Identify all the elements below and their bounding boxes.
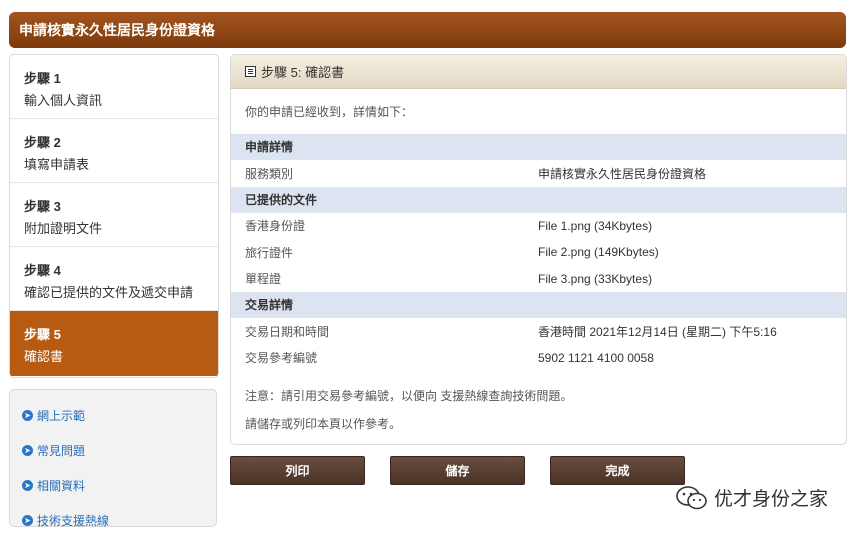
link-tech-support[interactable]: ➤ 技術支援熱線 bbox=[10, 503, 216, 538]
step-number: 步驟 4 bbox=[24, 263, 61, 278]
step-3: 步驟 3 附加證明文件 bbox=[10, 183, 218, 247]
detail-row: 旅行證件 File 2.png (149Kbytes) bbox=[231, 239, 846, 266]
detail-value: File 2.png (149Kbytes) bbox=[538, 245, 659, 260]
intro-text: 你的申請已經收到，詳情如下： bbox=[245, 105, 414, 119]
detail-key: 交易參考編號 bbox=[245, 351, 318, 366]
save-reminder-text: 請儲存或列印本頁以作參考。 bbox=[245, 417, 402, 431]
step-number: 步驟 5 bbox=[24, 327, 61, 342]
watermark-text: 优才身份之家 bbox=[714, 489, 829, 510]
panel-title: 步驟 5: 確認書 bbox=[261, 65, 345, 80]
detail-key: 服務類別 bbox=[245, 166, 294, 181]
step-description: 確認已提供的文件及遞交申請 bbox=[24, 285, 194, 300]
save-button[interactable]: 儲存 bbox=[390, 456, 525, 485]
steps-sidebar: 步驟 1 輸入個人資訊 步驟 2 填寫申請表 步驟 3 附加證明文件 步驟 4 … bbox=[9, 54, 219, 378]
step-number: 步驟 1 bbox=[24, 71, 61, 86]
page-title: 申請核實永久性居民身份證資格 bbox=[19, 22, 215, 38]
link-online-demo[interactable]: ➤ 網上示範 bbox=[10, 398, 216, 433]
arrow-right-circle-icon: ➤ bbox=[22, 480, 33, 491]
detail-value: 香港時間 2021年12月14日 (星期二) 下午5:16 bbox=[538, 324, 777, 339]
link-label: 技術支援熱線 bbox=[37, 514, 110, 528]
wechat-icon bbox=[676, 485, 707, 509]
step-description: 填寫申請表 bbox=[24, 157, 90, 172]
link-related-info[interactable]: ➤ 相關資料 bbox=[10, 468, 216, 503]
step-number: 步驟 3 bbox=[24, 199, 61, 214]
detail-key: 旅行證件 bbox=[245, 245, 294, 260]
step-number: 步驟 2 bbox=[24, 135, 61, 150]
arrow-right-circle-icon: ➤ bbox=[22, 445, 33, 456]
link-label: 相關資料 bbox=[37, 479, 86, 493]
note-text: 注意：請引用交易參考編號，以便向 支援熱線查詢技術問題。 bbox=[245, 389, 573, 403]
detail-row: 香港身份證 File 1.png (34Kbytes) bbox=[231, 213, 846, 240]
link-label: 網上示範 bbox=[37, 409, 86, 423]
detail-value: File 1.png (34Kbytes) bbox=[538, 218, 653, 233]
detail-key: 交易日期和時間 bbox=[245, 324, 330, 339]
print-button[interactable]: 列印 bbox=[230, 456, 365, 485]
step-1: 步驟 1 輸入個人資訊 bbox=[10, 55, 218, 119]
section-transaction: 交易詳情 bbox=[231, 292, 846, 318]
section-documents: 已提供的文件 bbox=[231, 186, 846, 213]
link-faq[interactable]: ➤ 常見問題 bbox=[10, 433, 216, 468]
detail-row: 交易日期和時間 香港時間 2021年12月14日 (星期二) 下午5:16 bbox=[231, 318, 846, 345]
done-button[interactable]: 完成 bbox=[550, 456, 685, 485]
help-links-panel: ➤ 網上示範 ➤ 常見問題 ➤ 相關資料 ➤ 技術支援熱線 bbox=[9, 389, 217, 528]
link-label: 常見問題 bbox=[37, 444, 86, 458]
step-5-active: 步驟 5 確認書 bbox=[10, 311, 218, 376]
detail-value: File 3.png (33Kbytes) bbox=[538, 271, 653, 286]
section-application-details: 申請詳情 bbox=[231, 134, 846, 160]
step-description: 確認書 bbox=[24, 349, 64, 364]
detail-row: 交易參考編號 5902 1121 4100 0058 bbox=[231, 345, 846, 372]
detail-value: 申請核實永久性居民身份證資格 bbox=[538, 166, 707, 181]
document-icon bbox=[245, 66, 256, 77]
step-4: 步驟 4 確認已提供的文件及遞交申請 bbox=[10, 247, 218, 311]
confirmation-panel: 步驟 5: 確認書 你的申請已經收到，詳情如下： 申請詳情 服務類別 申請核實永… bbox=[230, 54, 847, 445]
detail-row: 單程證 File 3.png (33Kbytes) bbox=[231, 266, 846, 293]
arrow-right-circle-icon: ➤ bbox=[22, 515, 33, 526]
panel-header: 步驟 5: 確認書 bbox=[231, 55, 846, 89]
step-2: 步驟 2 填寫申請表 bbox=[10, 119, 218, 183]
detail-key: 香港身份證 bbox=[245, 219, 306, 234]
watermark: 优才身份之家 bbox=[675, 484, 828, 511]
page-title-bar: 申請核實永久性居民身份證資格 bbox=[9, 12, 846, 48]
detail-key: 單程證 bbox=[245, 272, 282, 287]
step-description: 附加證明文件 bbox=[24, 221, 103, 236]
detail-row: 服務類別 申請核實永久性居民身份證資格 bbox=[231, 160, 846, 187]
arrow-right-circle-icon: ➤ bbox=[22, 410, 33, 421]
step-description: 輸入個人資訊 bbox=[24, 93, 103, 108]
detail-value: 5902 1121 4100 0058 bbox=[538, 350, 654, 365]
